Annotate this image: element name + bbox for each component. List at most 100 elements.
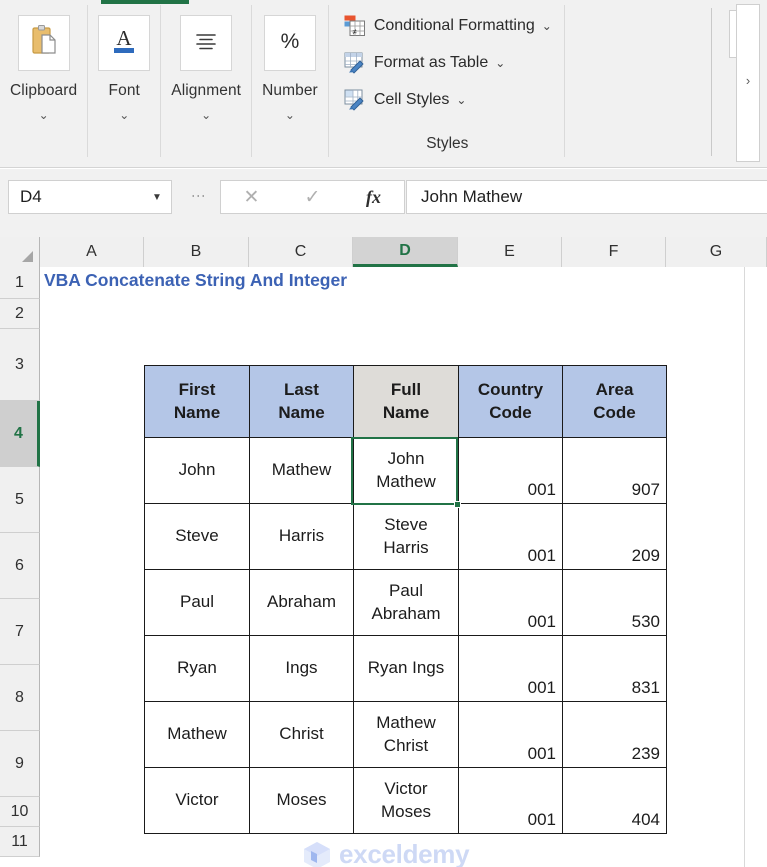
number-button[interactable]: % [264,15,316,71]
table-row: Ryan Ings Ryan Ings 001 831 [145,636,667,702]
row-header-2[interactable]: 2 [0,299,40,329]
cell-country-code[interactable]: 001 [459,438,563,504]
column-header-c[interactable]: C [249,237,353,267]
font-chevron-down-icon[interactable]: ⌄ [119,109,129,121]
cell-first-name[interactable]: Ryan [145,636,250,702]
cell-last-name[interactable]: Moses [250,768,354,834]
name-box-dropdown-icon[interactable]: ▼ [143,192,171,203]
cancel-icon[interactable]: ✕ [221,186,282,209]
formula-input[interactable]: John Mathew [406,180,767,214]
ribbon-group-number[interactable]: % Number ⌄ [252,5,329,157]
svg-text:A: A [117,26,133,50]
column-header-d[interactable]: D [353,237,458,267]
number-chevron-down-icon[interactable]: ⌄ [285,109,295,121]
row-header-10[interactable]: 10 [0,797,40,827]
format-as-table-chevron-down-icon[interactable]: ⌄ [495,56,505,70]
cell-styles-button[interactable]: Cell Styles ⌄ [343,83,552,116]
font-button[interactable]: A [98,15,150,71]
conditional-formatting-chevron-down-icon[interactable]: ⌄ [542,19,552,33]
row-header-8[interactable]: 8 [0,665,40,731]
cell-country-code[interactable]: 001 [459,768,563,834]
column-header-e[interactable]: E [458,237,562,267]
chevron-right-icon[interactable]: › [736,70,760,90]
cell-area-code[interactable]: 530 [563,570,667,636]
cell-full-name[interactable]: Mathew Christ [354,702,459,768]
column-header-a[interactable]: A [40,237,144,267]
column-header-b[interactable]: B [144,237,249,267]
sheet-area[interactable]: VBA Concatenate String And Integer First… [40,267,745,867]
ribbon-group-alignment[interactable]: Alignment ⌄ [161,5,252,157]
header-full-name[interactable]: Full Name [354,366,459,438]
ribbon-group-styles: ≠ Conditional Formatting ⌄ [329,5,565,157]
header-area-code-line1: Area [563,379,666,401]
cell-area-code[interactable]: 209 [563,504,667,570]
cell-country-code[interactable]: 001 [459,570,563,636]
cell-first-name[interactable]: Steve [145,504,250,570]
clipboard-label: Clipboard [10,82,77,100]
row-header-4[interactable]: 4 [0,401,40,467]
cell-area-code[interactable]: 404 [563,768,667,834]
clipboard-chevron-down-icon[interactable]: ⌄ [39,109,49,121]
exceldemy-logo-icon [302,840,332,867]
header-last-name[interactable]: Last Name [250,366,354,438]
fill-handle[interactable] [454,501,461,508]
cell-last-name[interactable]: Mathew [250,438,354,504]
styles-group-caption: Styles [343,135,552,157]
formula-bar-grip[interactable]: ⋮ [196,189,202,203]
conditional-formatting-button[interactable]: ≠ Conditional Formatting ⌄ [343,9,552,42]
row-header-11[interactable]: 11 [0,827,40,857]
row-header-6[interactable]: 6 [0,533,40,599]
ribbon-group-clipboard[interactable]: Clipboard ⌄ [0,5,88,157]
cell-country-code[interactable]: 001 [459,504,563,570]
clipboard-button[interactable] [18,15,70,71]
header-first-name-line2: Name [145,402,249,424]
row-header-5[interactable]: 5 [0,467,40,533]
cell-area-code[interactable]: 831 [563,636,667,702]
cell-full-name[interactable]: Paul Abraham [354,570,459,636]
cell-last-name[interactable]: Christ [250,702,354,768]
name-box[interactable]: D4 ▼ [8,180,172,214]
cell-full-name[interactable]: Ryan Ings [354,636,459,702]
ribbon-groups: Clipboard ⌄ A Font ⌄ [0,5,565,157]
cell-full-name-line2: Moses [354,801,458,823]
row-header-7[interactable]: 7 [0,599,40,665]
column-header-g[interactable]: G [666,237,767,267]
select-all-corner[interactable] [0,237,40,267]
alignment-button[interactable] [180,15,232,71]
cell-country-code[interactable]: 001 [459,636,563,702]
header-last-name-line2: Name [250,402,353,424]
cell-full-name[interactable]: Victor Moses [354,768,459,834]
watermark-top: exceldemy [302,839,469,867]
table-row: Steve Harris Steve Harris 001 209 [145,504,667,570]
cell-first-name[interactable]: Mathew [145,702,250,768]
header-first-name[interactable]: First Name [145,366,250,438]
ribbon-divider [711,8,712,156]
cell-styles-chevron-down-icon[interactable]: ⌄ [456,93,466,107]
cell-first-name[interactable]: Paul [145,570,250,636]
ribbon-group-font[interactable]: A Font ⌄ [88,5,161,157]
cell-last-name[interactable]: Harris [250,504,354,570]
cell-country-code[interactable]: 001 [459,702,563,768]
cell-full-name[interactable]: John Mathew [354,438,459,504]
alignment-chevron-down-icon[interactable]: ⌄ [201,109,211,121]
conditional-formatting-label: Conditional Formatting [374,17,535,35]
cell-last-name[interactable]: Ings [250,636,354,702]
cell-first-name[interactable]: John [145,438,250,504]
cell-full-name[interactable]: Steve Harris [354,504,459,570]
row-header-3[interactable]: 3 [0,329,40,401]
cell-first-name[interactable]: Victor [145,768,250,834]
row-header-9[interactable]: 9 [0,731,40,797]
row-header-1[interactable]: 1 [0,267,40,299]
ribbon-overflow-area: › [701,0,767,162]
header-country-code[interactable]: Country Code [459,366,563,438]
header-country-code-line1: Country [459,379,562,401]
cell-area-code[interactable]: 907 [563,438,667,504]
cell-last-name[interactable]: Abraham [250,570,354,636]
header-area-code[interactable]: Area Code [563,366,667,438]
enter-icon[interactable]: ✓ [282,186,343,209]
format-as-table-button[interactable]: Format as Table ⌄ [343,46,552,79]
column-header-f[interactable]: F [562,237,666,267]
formula-bar-buttons: ✕ ✓ fx [220,180,405,214]
cell-area-code[interactable]: 239 [563,702,667,768]
insert-function-icon[interactable]: fx [343,187,404,208]
